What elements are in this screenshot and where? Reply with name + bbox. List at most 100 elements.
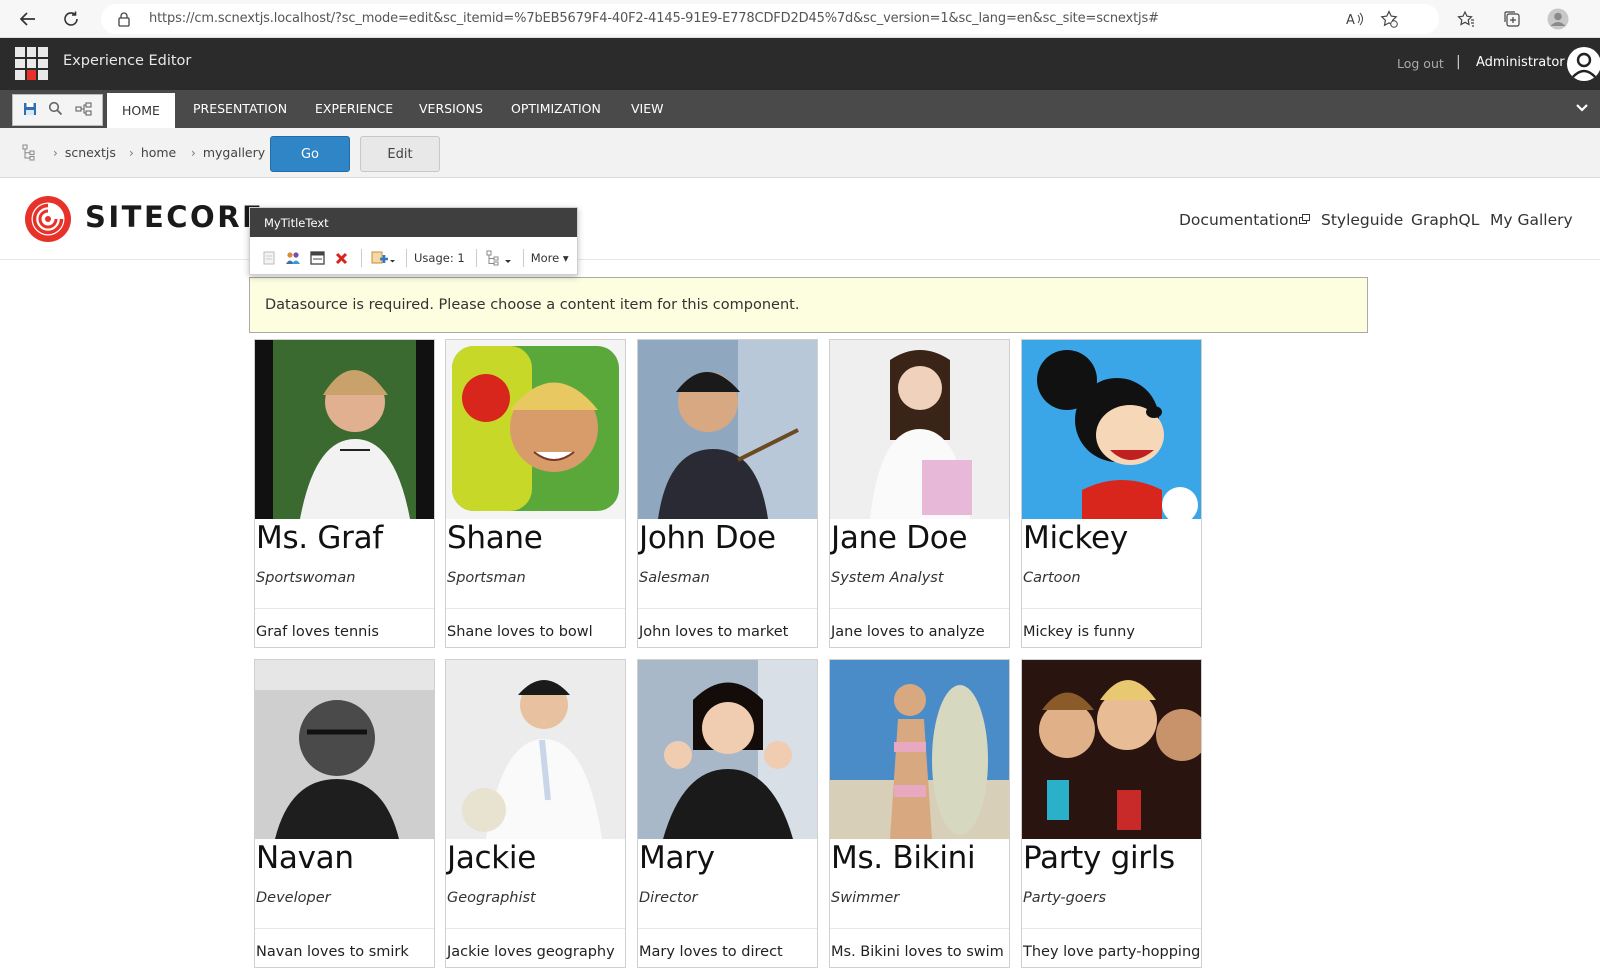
gallery-card[interactable]: Jane Doe System Analyst Jane loves to an…: [829, 339, 1010, 648]
breadcrumb-item[interactable]: › home: [129, 145, 176, 160]
breadcrumb-item[interactable]: › mygallery: [191, 145, 265, 160]
card-divider: [446, 928, 625, 929]
card-description: Jackie loves geography: [447, 944, 615, 960]
chevron-right-icon: ›: [53, 146, 58, 160]
card-name: Ms. Graf: [256, 520, 383, 556]
chevron-right-icon: ›: [129, 146, 134, 160]
card-name: Navan: [256, 840, 354, 876]
card-role: Director: [639, 890, 698, 906]
card-description: Navan loves to smirk: [256, 944, 409, 960]
card-description: Mary loves to direct: [639, 944, 783, 960]
nav-my-gallery[interactable]: My Gallery: [1490, 211, 1573, 229]
chrome-title: MyTitleText: [250, 208, 577, 239]
personalize-icon[interactable]: [282, 247, 304, 269]
save-icon[interactable]: [23, 101, 37, 120]
gallery-card[interactable]: Ms. Graf Sportswoman Graf loves tennis: [254, 339, 435, 648]
card-divider: [255, 928, 434, 929]
gallery-card[interactable]: Party girls Party-goers They love party-…: [1021, 659, 1202, 968]
toolbar-separator: [522, 249, 524, 267]
component-chrome-toolbar: MyTitleText Usage: 1 More ▾: [249, 207, 578, 275]
back-button[interactable]: [14, 5, 42, 33]
profile-icon[interactable]: [1544, 5, 1572, 33]
more-menu[interactable]: More ▾: [531, 251, 569, 265]
nav-documentation[interactable]: Documentation: [1179, 211, 1311, 229]
refresh-icon: [64, 11, 78, 26]
datasource-warning[interactable]: Datasource is required. Please choose a …: [249, 277, 1368, 333]
navigation-tree-icon[interactable]: [75, 101, 92, 120]
tab-optimization[interactable]: OPTIMIZATION: [496, 90, 616, 128]
address-bar[interactable]: https://cm.scnextjs.localhost/?sc_mode=e…: [101, 4, 1439, 34]
select-parent-icon[interactable]: [484, 247, 514, 269]
gallery-card[interactable]: Mary Director Mary loves to direct: [637, 659, 818, 968]
delete-icon[interactable]: [330, 247, 352, 269]
reload-button[interactable]: [57, 5, 85, 33]
card-divider: [830, 928, 1009, 929]
card-role: Geographist: [447, 890, 536, 906]
card-divider: [830, 608, 1009, 609]
card-divider: [255, 608, 434, 609]
card-description: Mickey is funny: [1023, 624, 1135, 640]
edit-datasource-icon[interactable]: [258, 247, 280, 269]
card-photo: [255, 660, 434, 839]
card-role: System Analyst: [831, 570, 944, 586]
card-divider: [1022, 608, 1201, 609]
quick-access-bar: [12, 94, 103, 126]
card-description: John loves to market: [639, 624, 789, 640]
card-divider: [1022, 928, 1201, 929]
search-icon[interactable]: [48, 101, 63, 120]
nav-styleguide[interactable]: Styleguide: [1321, 211, 1403, 229]
card-photo: [446, 660, 625, 839]
favorites-icon[interactable]: [1452, 5, 1480, 33]
component-properties-icon[interactable]: [306, 247, 328, 269]
read-aloud-icon[interactable]: A: [1343, 9, 1367, 29]
tree-structure-icon[interactable]: [22, 144, 36, 165]
gallery-card[interactable]: John Doe Salesman John loves to market: [637, 339, 818, 648]
collections-icon[interactable]: [1498, 5, 1526, 33]
edit-button[interactable]: Edit: [360, 136, 440, 172]
logout-link[interactable]: Log out: [1397, 56, 1444, 71]
site-header: SITECORE Documentation Styleguide GraphQ…: [0, 178, 1600, 260]
app-launcher-icon[interactable]: [15, 47, 48, 80]
chevron-right-icon: ›: [191, 146, 196, 160]
sitecore-logo-text[interactable]: SITECORE: [85, 200, 264, 234]
gallery-card[interactable]: Ms. Bikini Swimmer Ms. Bikini loves to s…: [829, 659, 1010, 968]
sitecore-logo-icon[interactable]: [24, 195, 72, 243]
card-name: Ms. Bikini: [831, 840, 976, 876]
go-button[interactable]: Go: [270, 136, 350, 172]
toolbar-separator: [475, 249, 477, 267]
card-name: John Doe: [639, 520, 776, 556]
tab-experience[interactable]: EXPERIENCE: [300, 90, 408, 128]
breadcrumb-item[interactable]: › scnextjs: [53, 145, 116, 160]
card-photo: [446, 340, 625, 519]
card-photo: [830, 660, 1009, 839]
card-name: Mary: [639, 840, 715, 876]
card-role: Salesman: [639, 570, 710, 586]
gallery-card[interactable]: Mickey Cartoon Mickey is funny: [1021, 339, 1202, 648]
card-role: Party-goers: [1023, 890, 1107, 906]
card-name: Shane: [447, 520, 543, 556]
add-component-icon[interactable]: [369, 247, 397, 269]
user-name[interactable]: Administrator: [1476, 55, 1565, 70]
card-role: Sportsman: [447, 570, 526, 586]
chevron-down-icon[interactable]: [1574, 100, 1590, 120]
card-photo: [1022, 340, 1201, 519]
toolbar-separator: [361, 249, 362, 267]
user-avatar-icon[interactable]: [1567, 47, 1600, 81]
external-link-icon: [1298, 211, 1311, 229]
gallery-card[interactable]: Navan Developer Navan loves to smirk: [254, 659, 435, 968]
tab-home[interactable]: HOME: [107, 93, 175, 128]
nav-graphql[interactable]: GraphQL: [1411, 211, 1479, 229]
toolbar-separator: [406, 249, 407, 267]
tab-versions[interactable]: VERSIONS: [404, 90, 498, 128]
url-text: https://cm.scnextjs.localhost/?sc_mode=e…: [149, 11, 1159, 26]
card-divider: [638, 928, 817, 929]
card-description: They love party-hopping: [1023, 944, 1201, 960]
card-role: Swimmer: [831, 890, 900, 906]
card-description: Graf loves tennis: [256, 624, 379, 640]
gallery-card[interactable]: Jackie Geographist Jackie loves geograph…: [445, 659, 626, 968]
gallery-card[interactable]: Shane Sportsman Shane loves to bowl: [445, 339, 626, 648]
usage-label[interactable]: Usage: 1: [414, 251, 465, 265]
tab-presentation[interactable]: PRESENTATION: [178, 90, 302, 128]
favorite-add-icon[interactable]: [1377, 9, 1401, 29]
tab-view[interactable]: VIEW: [616, 90, 679, 128]
